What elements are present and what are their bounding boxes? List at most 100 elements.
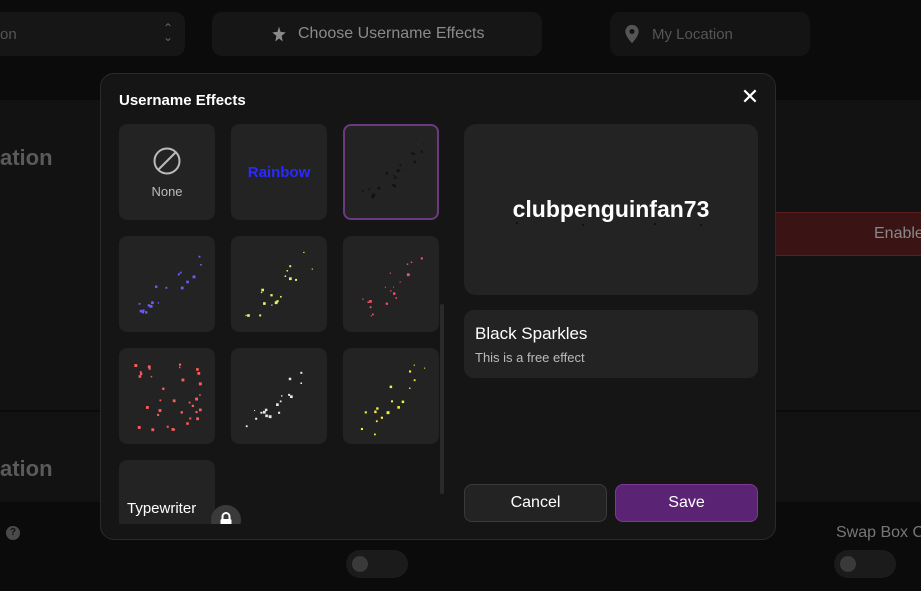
background-select-value: on	[0, 25, 17, 43]
effects-grid: None Rainbow Typewriter	[119, 124, 441, 524]
sparkle-dot	[420, 150, 423, 153]
effect-tile-typewriter[interactable]: Typewriter	[119, 460, 215, 524]
sparkle-dot	[192, 275, 196, 279]
sparkle-dot	[401, 169, 403, 171]
sparkle-dot	[171, 428, 175, 431]
sparkle-dot	[139, 371, 142, 373]
sparkle-dot	[385, 302, 388, 305]
sparkle-dot	[288, 277, 292, 281]
effect-tile-white-sparkles[interactable]	[231, 348, 327, 444]
sparkle-dot	[395, 297, 398, 299]
sparkle-dot	[145, 406, 149, 409]
sparkle-dot	[582, 224, 584, 226]
sparkle-dot	[154, 285, 158, 288]
sparkles-preview-icon	[134, 363, 202, 432]
close-icon[interactable]: ✕	[739, 86, 761, 108]
sparkle-dot	[137, 426, 141, 429]
sparkle-dot	[261, 288, 264, 292]
background-heading-2: ation	[0, 456, 53, 481]
sparkle-dot	[271, 304, 273, 306]
sparkle-dot	[179, 271, 182, 274]
sparkle-dot	[150, 375, 153, 378]
sparkle-dot	[374, 410, 377, 412]
location-placeholder: My Location	[652, 25, 733, 43]
toggle-knob	[352, 556, 368, 572]
effect-tile-rainbow[interactable]: Rainbow	[231, 124, 327, 220]
swap-box-toggle[interactable]	[834, 550, 896, 578]
effect-tile-pink-sparkles[interactable]	[343, 236, 439, 332]
sparkle-dot	[147, 365, 151, 369]
sparkle-dot	[158, 409, 162, 412]
sparkle-dot	[286, 270, 289, 272]
sparkle-dot	[397, 406, 400, 409]
effect-tile-yellow-sparkles[interactable]	[231, 236, 327, 332]
sparkle-dot	[289, 395, 293, 399]
sparkle-dot	[186, 280, 189, 284]
sparkle-dot	[369, 306, 372, 309]
sparkle-dot	[423, 143, 425, 145]
sparkle-dot	[391, 400, 394, 403]
sparkle-dot	[186, 422, 189, 425]
sparkle-dot	[420, 257, 423, 260]
effect-tile-black-sparkles[interactable]	[343, 124, 439, 220]
sparkle-dot	[279, 400, 282, 403]
sparkle-dot	[198, 255, 201, 258]
sparkle-dot	[300, 382, 303, 385]
effect-tile-red-sparkles[interactable]	[119, 348, 215, 444]
effect-tile-gold-sparkles[interactable]	[343, 348, 439, 444]
effect-tile-none[interactable]: None	[119, 124, 215, 220]
sparkle-dot	[362, 298, 364, 300]
effect-description: This is a free effect	[475, 350, 585, 365]
sparkle-dot	[289, 265, 292, 268]
sparkle-dot	[396, 169, 400, 172]
effect-tile-blue-sparkles[interactable]	[119, 236, 215, 332]
save-button[interactable]: Save	[615, 484, 758, 522]
sparkle-dot	[377, 186, 381, 190]
effect-name: Black Sparkles	[475, 324, 588, 343]
background-toggle-1[interactable]	[346, 550, 408, 578]
sparkle-dot	[157, 413, 160, 416]
sparkle-dot	[364, 411, 367, 414]
sparkle-dot	[375, 420, 378, 423]
sparkle-dot	[393, 286, 395, 288]
sparkle-dot	[303, 251, 305, 254]
choose-username-effects-label: Choose Username Effects	[298, 25, 485, 42]
enable-button[interactable]: Enable	[770, 212, 921, 256]
sparkle-dot	[165, 286, 168, 289]
sparkle-dot	[409, 370, 412, 373]
sparkle-dot	[410, 261, 413, 264]
modal-title: Username Effects	[119, 92, 246, 109]
sparkle-dot	[177, 273, 180, 276]
location-input[interactable]: My Location	[610, 12, 810, 56]
sparkle-dot	[255, 417, 258, 420]
sparkle-dot	[151, 301, 154, 305]
sparkle-dot	[263, 302, 266, 305]
sparkle-dot	[276, 403, 279, 407]
sparkle-dot	[386, 411, 390, 415]
background-select[interactable]: on ⌃ ⌄	[0, 12, 185, 56]
sparkle-dot	[178, 363, 182, 366]
help-icon[interactable]: ?	[6, 526, 20, 540]
effects-scrollbar[interactable]	[440, 304, 444, 494]
sparkle-dot	[413, 379, 416, 382]
background-heading-1: ation	[0, 145, 53, 170]
cancel-button[interactable]: Cancel	[464, 484, 607, 522]
sparkle-dot	[260, 291, 263, 294]
sparkle-dot	[198, 382, 202, 386]
choose-username-effects-button[interactable]: Choose Username Effects	[212, 12, 542, 56]
sparkle-dot	[367, 301, 369, 304]
sparkle-dot	[393, 184, 397, 188]
sparkle-dot	[399, 281, 401, 283]
preview-username: clubpenguinfan73	[512, 196, 710, 222]
sparkle-dot	[311, 268, 313, 270]
sparkle-dot	[372, 313, 374, 316]
username-effects-modal: Username Effects ✕ None Rainbow Typewrit…	[100, 73, 776, 540]
sparkle-dot	[399, 164, 402, 167]
lock-icon	[211, 505, 241, 524]
sparkle-dot	[284, 275, 287, 278]
effect-preview: clubpenguinfan73	[464, 124, 758, 295]
sparkle-dot	[374, 433, 376, 436]
sparkle-dot	[195, 397, 199, 401]
sparkle-dot	[139, 372, 143, 376]
sparkle-dot	[389, 272, 391, 274]
